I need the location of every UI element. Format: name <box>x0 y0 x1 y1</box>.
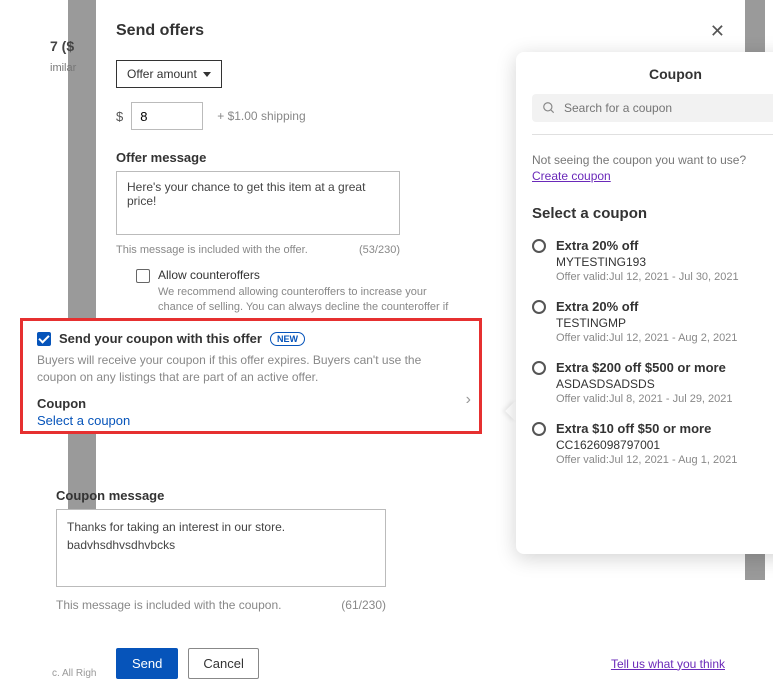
coupon-panel-title: Coupon <box>572 66 773 82</box>
offer-message-meta: This message is included with the offer.… <box>116 244 400 256</box>
offer-amount-dropdown[interactable]: Offer amount <box>116 60 222 88</box>
search-icon <box>542 101 556 115</box>
select-coupon-link[interactable]: Select a coupon <box>37 413 465 428</box>
coupon-option-code: ASDASDSADSDS <box>556 377 733 391</box>
currency-symbol: $ <box>116 109 123 124</box>
send-button[interactable]: Send <box>116 648 178 679</box>
modal-footer: Send Cancel Tell us what you think <box>116 648 725 679</box>
coupon-option-valid: Offer valid:Jul 12, 2021 - Jul 30, 2021 <box>556 271 739 283</box>
radio-icon[interactable] <box>532 361 546 375</box>
coupon-option-title: Extra 20% off <box>556 299 737 314</box>
modal-title: Send offers <box>116 22 204 40</box>
feedback-link[interactable]: Tell us what you think <box>611 657 725 671</box>
modal-header: Send offers ✕ <box>116 22 725 40</box>
coupon-message-meta: This message is included with the coupon… <box>56 598 386 612</box>
radio-icon[interactable] <box>532 239 546 253</box>
coupon-option-code: TESTINGMP <box>556 316 737 330</box>
bg-text: imilar <box>50 62 76 74</box>
coupon-option[interactable]: Extra 20% off TESTINGMP Offer valid:Jul … <box>532 299 773 344</box>
coupon-option-title: Extra 20% off <box>556 238 739 253</box>
coupon-panel: Coupon Done Not seeing the coupon you wa… <box>516 52 773 554</box>
chevron-down-icon <box>203 72 211 77</box>
offer-message-counter: (53/230) <box>359 244 400 256</box>
coupon-heading: Coupon <box>37 396 465 411</box>
radio-icon[interactable] <box>532 300 546 314</box>
bg-text: 7 ($ <box>50 38 74 54</box>
send-coupon-desc: Buyers will receive your coupon if this … <box>37 352 447 386</box>
not-seeing-text: Not seeing the coupon you want to use? <box>532 153 773 167</box>
cancel-button[interactable]: Cancel <box>188 648 258 679</box>
offer-message-textarea[interactable] <box>116 171 400 235</box>
radio-icon[interactable] <box>532 422 546 436</box>
coupon-option-valid: Offer valid:Jul 12, 2021 - Aug 2, 2021 <box>556 332 737 344</box>
allow-counteroffers-label: Allow counteroffers <box>158 268 458 282</box>
offer-amount-label: Offer amount <box>127 67 197 81</box>
coupon-option-valid: Offer valid:Jul 12, 2021 - Aug 1, 2021 <box>556 454 737 466</box>
close-icon[interactable]: ✕ <box>710 22 725 40</box>
coupon-option-code: MYTESTING193 <box>556 255 739 269</box>
new-badge: NEW <box>270 332 305 346</box>
coupon-option-title: Extra $200 off $500 or more <box>556 360 733 375</box>
shipping-note: + $1.00 shipping <box>217 109 305 123</box>
coupon-search-input[interactable] <box>564 101 773 115</box>
price-input[interactable] <box>131 102 203 130</box>
send-coupon-label: Send your coupon with this offer <box>59 331 262 346</box>
coupon-option[interactable]: Extra 20% off MYTESTING193 Offer valid:J… <box>532 238 773 283</box>
coupon-option[interactable]: Extra $10 off $50 or more CC162609879700… <box>532 421 773 466</box>
coupon-search[interactable] <box>532 94 773 122</box>
coupon-option-code: CC1626098797001 <box>556 438 737 452</box>
offer-message-included-note: This message is included with the offer. <box>116 244 308 256</box>
allow-counteroffers-checkbox[interactable] <box>136 269 150 283</box>
bg-copyright: c. All Righ <box>52 668 96 679</box>
select-coupon-heading: Select a coupon <box>532 205 773 222</box>
send-coupon-section: Send your coupon with this offer NEW Buy… <box>20 318 482 434</box>
coupon-option[interactable]: Extra $200 off $500 or more ASDASDSADSDS… <box>532 360 773 405</box>
chevron-right-icon[interactable]: › <box>466 391 471 409</box>
coupon-message-included-note: This message is included with the coupon… <box>56 598 281 612</box>
coupon-option-title: Extra $10 off $50 or more <box>556 421 737 436</box>
coupon-option-valid: Offer valid:Jul 8, 2021 - Jul 29, 2021 <box>556 393 733 405</box>
send-coupon-checkbox[interactable] <box>37 332 51 346</box>
coupon-message-textarea[interactable] <box>56 509 386 587</box>
create-coupon-link[interactable]: Create coupon <box>532 169 611 183</box>
divider <box>532 134 773 135</box>
send-offers-modal: Send offers ✕ Offer amount $ + $1.00 shi… <box>96 0 745 693</box>
coupon-message-counter: (61/230) <box>341 598 386 612</box>
